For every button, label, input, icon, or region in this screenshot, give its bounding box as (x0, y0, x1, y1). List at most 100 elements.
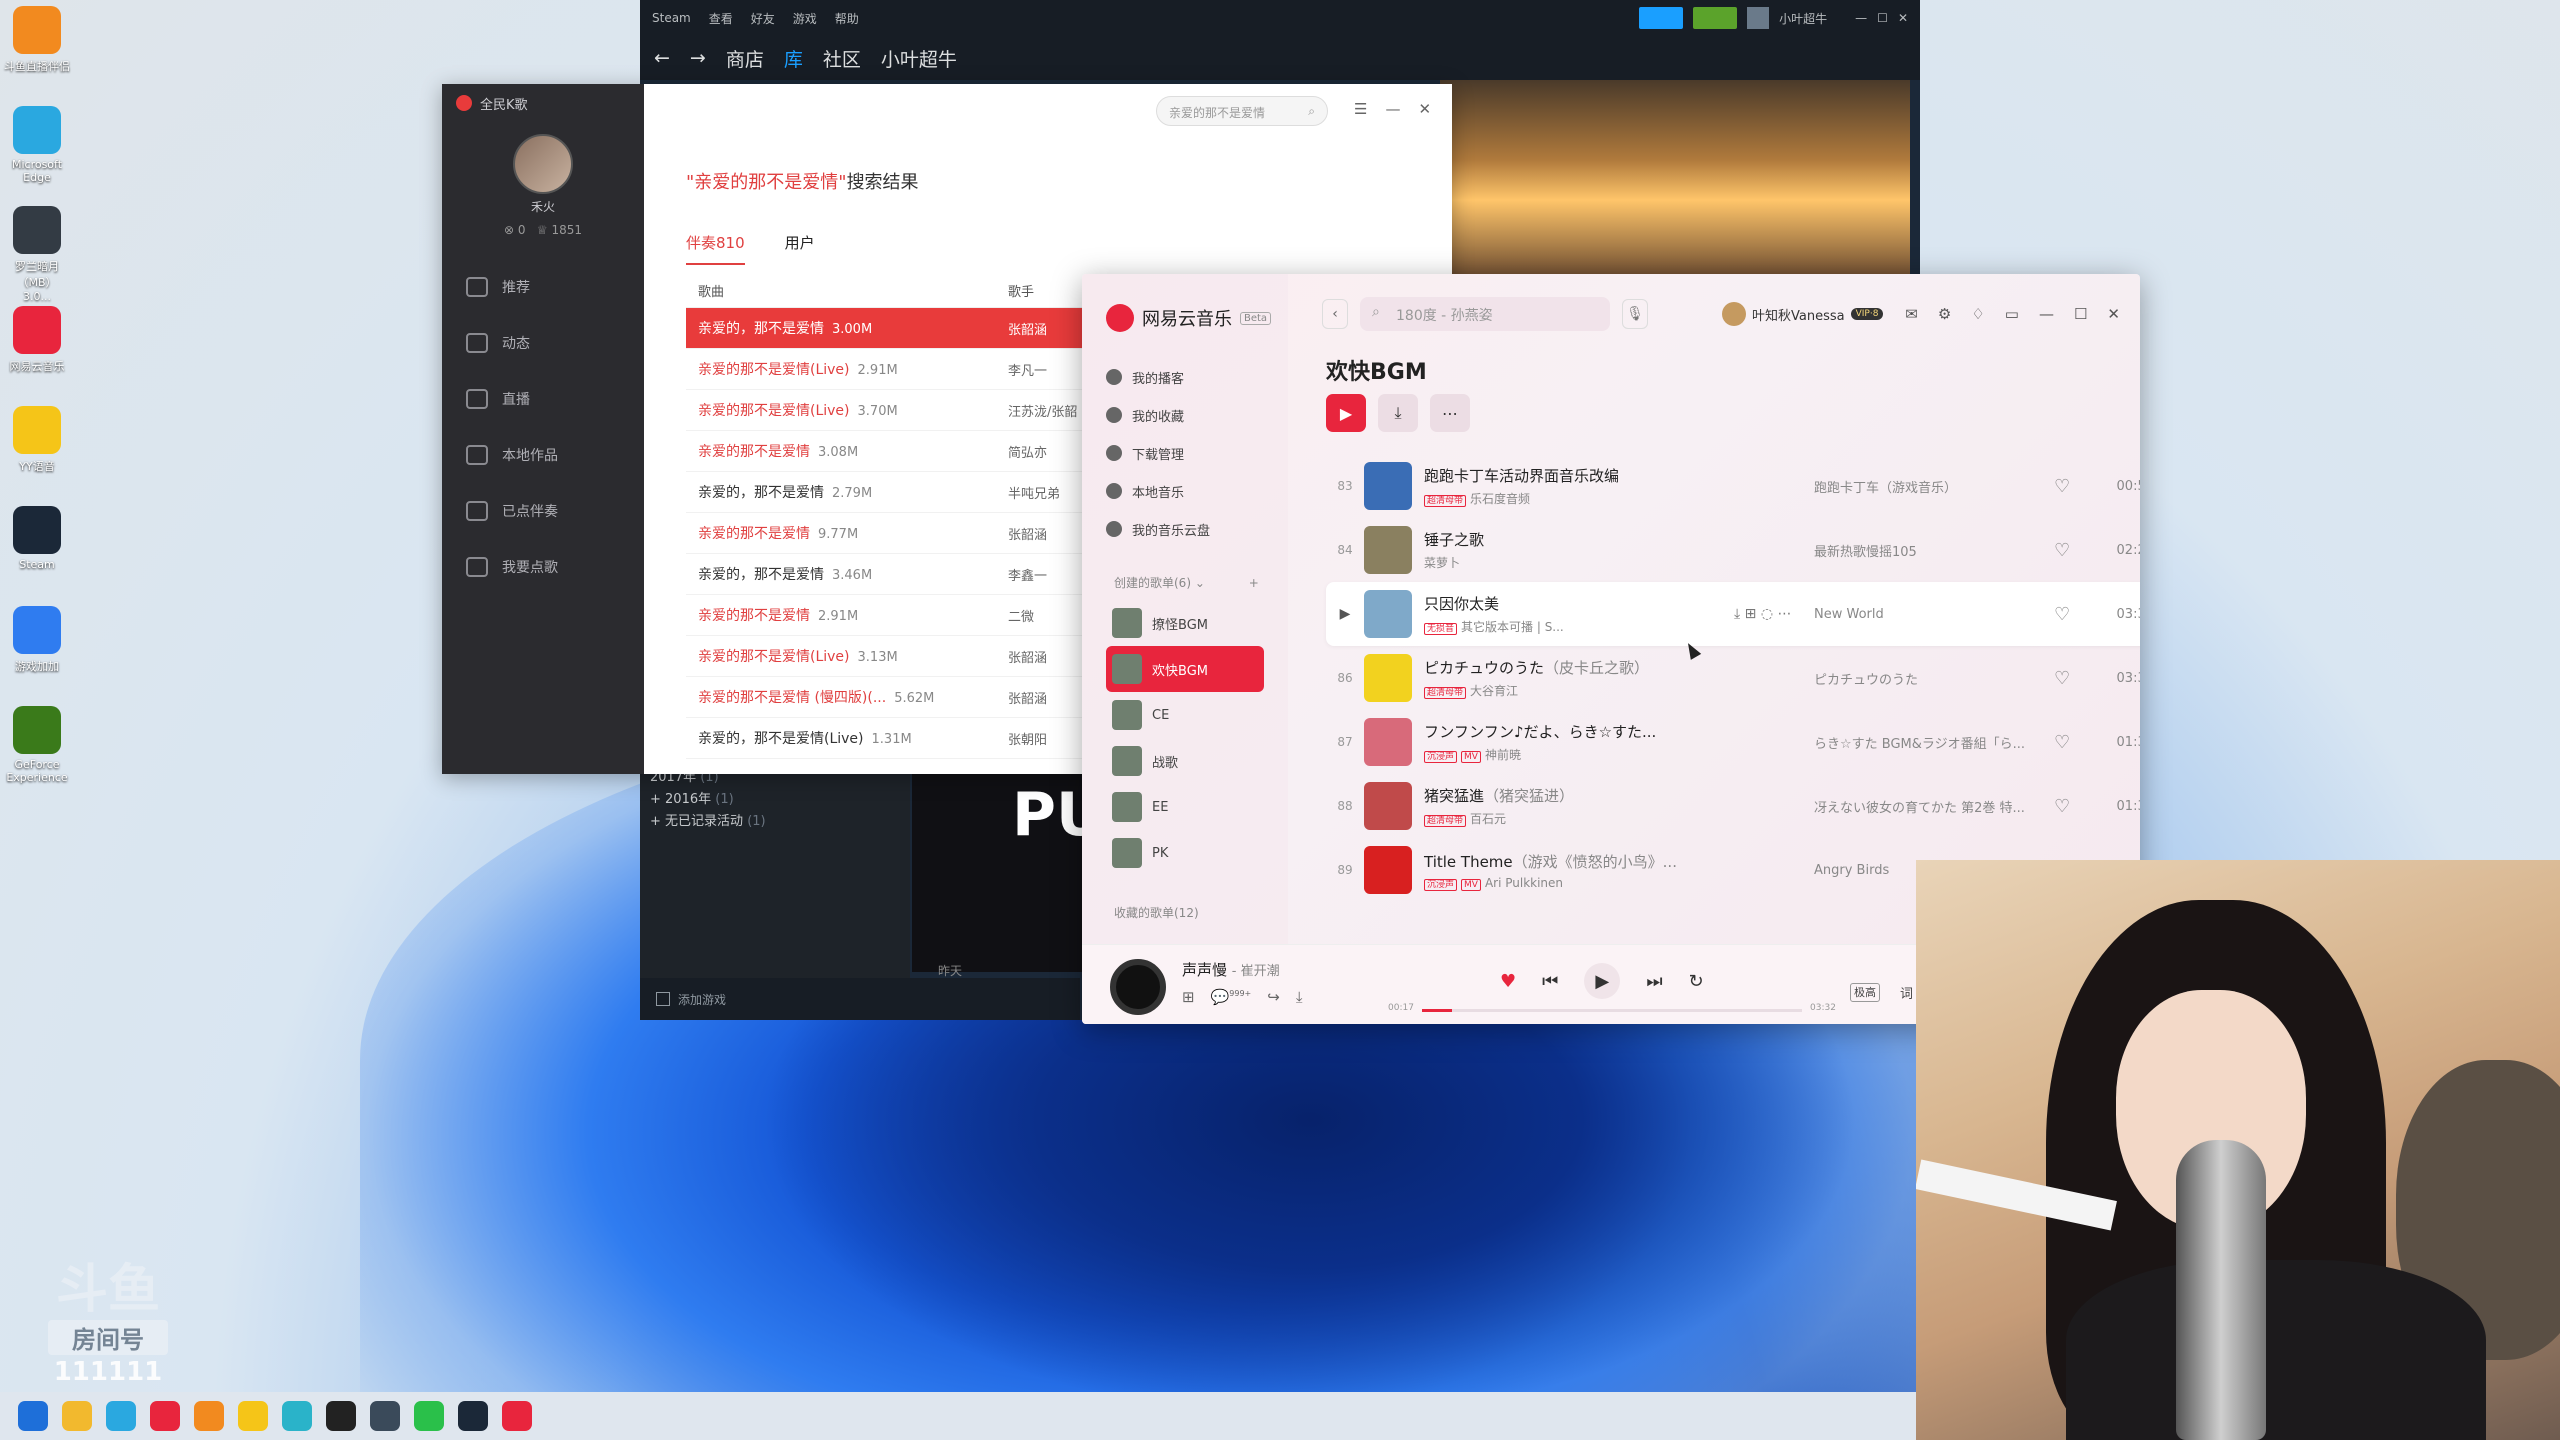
heart-icon[interactable]: ♡ (2054, 540, 2094, 561)
library-year[interactable]: + 2016年 (1) (650, 788, 900, 810)
like-icon[interactable]: ♥ (1500, 971, 1516, 992)
notification-button[interactable] (1693, 7, 1738, 29)
tab-library[interactable]: 库 (784, 45, 803, 72)
add-icon[interactable]: ⊞ (1745, 606, 1757, 622)
heart-icon[interactable]: ♡ (2054, 476, 2094, 497)
forward-icon[interactable]: → (690, 47, 706, 69)
play-button[interactable]: ▶ (1584, 963, 1621, 999)
playlist-item[interactable]: EE (1106, 784, 1264, 830)
desktop-icon[interactable]: 游戏加加 (4, 606, 70, 674)
playlist-item[interactable]: CE (1106, 692, 1264, 738)
announce-button[interactable] (1639, 7, 1684, 29)
sidebar-item[interactable]: 我的播客 (1106, 358, 1276, 396)
sidebar-item[interactable]: 我的音乐云盘 (1106, 510, 1276, 548)
comment-icon[interactable]: ◌ (1761, 606, 1773, 622)
song-row[interactable]: 87 フンフンフン♪だよ、らき☆すた... 沉浸声 MV 神前暁 らき☆すた BGM&ラジ… (1326, 710, 2140, 774)
heart-icon[interactable]: ♡ (2054, 796, 2094, 817)
heart-icon[interactable]: ♡ (2054, 668, 2094, 689)
minimize-icon[interactable]: — (2039, 305, 2054, 323)
playlist-item[interactable]: 撩怪BGM (1106, 600, 1264, 646)
more-icon[interactable]: ⋯ (1778, 606, 1792, 622)
desktop-icon[interactable]: Steam (4, 506, 70, 571)
more-button[interactable]: ⋯ (1430, 394, 1470, 432)
steam-menu-item[interactable]: 帮助 (835, 10, 859, 27)
tab-profile[interactable]: 小叶超牛 (881, 45, 957, 72)
taskbar-monitor-icon[interactable] (370, 1401, 400, 1431)
user-profile[interactable]: 叶知秋Vanessa VIP·8 (1722, 302, 1884, 326)
back-button[interactable]: ‹ (1322, 299, 1348, 329)
song-album[interactable]: 跑跑卡丁车（游戏音乐） (1814, 477, 2054, 496)
song-row[interactable]: ▶ 只因你太美 无损音 其它版本可播 | S... ⤓ ⊞ ◌ ⋯ New World ♡ 0… (1326, 582, 2140, 646)
taskbar-start-icon[interactable] (18, 1401, 48, 1431)
download-icon[interactable]: ⤓ (1296, 988, 1303, 1006)
close-icon[interactable]: ✕ (1898, 11, 1908, 25)
kge-nav-item[interactable]: 动态 (442, 315, 644, 371)
taskbar-explorer-icon[interactable] (62, 1401, 92, 1431)
mini-mode-icon[interactable]: ▭ (2005, 305, 2019, 323)
maximize-icon[interactable]: ☐ (1877, 11, 1888, 25)
kge-nav-item[interactable]: 本地作品 (442, 427, 644, 483)
add-icon[interactable]: ⊞ (1182, 988, 1195, 1006)
taskbar-douyu-icon[interactable] (194, 1401, 224, 1431)
song-row[interactable]: 83 跑跑卡丁车活动界面音乐改编超清母带乐石度音频 跑跑卡丁车（游戏音乐）♡ 00:5… (1326, 454, 2140, 518)
song-album[interactable]: ピカチュウのうた (1814, 669, 2054, 688)
song-album[interactable]: 冴えない彼女の育てかた 第2巻 特... (1814, 797, 2054, 816)
settings-icon[interactable]: ⚙ (1938, 305, 1951, 323)
loop-icon[interactable]: ↻ (1689, 971, 1704, 992)
maximize-icon[interactable]: ☐ (2074, 305, 2087, 323)
desktop-icon[interactable]: 罗兰暗月（MB）3.0... (4, 206, 70, 303)
desktop-icon[interactable]: 网易云音乐 (4, 306, 70, 374)
close-icon[interactable]: ✕ (1418, 100, 1431, 118)
search-input[interactable]: 亲爱的那不是爱情 ⌕ (1156, 96, 1328, 126)
kge-nav-item[interactable]: 推荐 (442, 259, 644, 315)
menu-icon[interactable]: ☰ (1354, 100, 1367, 118)
skin-icon[interactable]: ♢ (1971, 305, 1984, 323)
play-all-button[interactable]: ▶ (1326, 394, 1366, 432)
avatar[interactable] (513, 134, 573, 194)
download-button[interactable]: ⤓ (1378, 394, 1418, 432)
playlist-item[interactable]: 欢快BGM (1106, 646, 1264, 692)
song-row[interactable]: 88 猪突猛進（猪突猛进） 超清母带 百石元 冴えない彼女の育てかた 第2巻 特... ♡… (1326, 774, 2140, 838)
search-input[interactable]: ⌕ 180度 - 孙燕姿 (1360, 297, 1610, 331)
mic-icon[interactable]: 🎙 (1622, 299, 1648, 329)
progress-bar[interactable] (1422, 1009, 1802, 1012)
sidebar-item[interactable]: 本地音乐 (1106, 472, 1276, 510)
game-poster[interactable]: PU 昨天 (912, 772, 1105, 978)
created-playlists-label[interactable]: 创建的歌单(6) ⌄ + (1114, 574, 1259, 591)
taskbar-streaming-icon[interactable] (282, 1401, 312, 1431)
previous-icon[interactable]: ⏮ (1542, 971, 1558, 992)
minimize-icon[interactable]: — (1855, 11, 1867, 25)
kge-nav-item[interactable]: 我要点歌 (442, 539, 644, 595)
steam-menu-item[interactable]: 查看 (709, 10, 733, 27)
taskbar-kge-icon[interactable] (326, 1401, 356, 1431)
share-icon[interactable]: ↪ (1267, 988, 1280, 1006)
song-album[interactable]: New World (1814, 607, 2054, 622)
album-disc[interactable] (1110, 959, 1166, 1015)
desktop-icon[interactable]: Microsoft Edge (4, 106, 70, 184)
collected-playlists-label[interactable]: 收藏的歌单(12) (1114, 904, 1199, 921)
tab-accompaniment[interactable]: 伴奏810 (686, 232, 745, 265)
sidebar-item[interactable]: 我的收藏 (1106, 396, 1276, 434)
close-icon[interactable]: ✕ (2107, 305, 2120, 323)
quality-button[interactable]: 极高 (1850, 983, 1880, 1002)
tab-store[interactable]: 商店 (726, 45, 764, 72)
sidebar-item[interactable]: 下载管理 (1106, 434, 1276, 472)
kge-nav-item[interactable]: 已点伴奏 (442, 483, 644, 539)
taskbar-steam-icon[interactable] (458, 1401, 488, 1431)
taskbar-wechat-icon[interactable] (414, 1401, 444, 1431)
steam-username[interactable]: 小叶超牛 (1779, 10, 1827, 27)
steam-menu-item[interactable]: 游戏 (793, 10, 817, 27)
tab-users[interactable]: 用户 (785, 232, 815, 265)
heart-icon[interactable]: ♡ (2054, 732, 2094, 753)
kge-nav-item[interactable]: 直播 (442, 371, 644, 427)
comment-icon[interactable]: 💬999+ (1211, 988, 1252, 1006)
library-year[interactable]: + 无已记录活动 (1) (650, 810, 900, 832)
desktop-icon[interactable]: GeForce Experience (4, 706, 70, 784)
tab-community[interactable]: 社区 (823, 45, 861, 72)
playlist-item[interactable]: PK (1106, 830, 1264, 876)
taskbar-yy-icon[interactable] (238, 1401, 268, 1431)
heart-icon[interactable]: ♡ (2054, 604, 2094, 625)
avatar[interactable] (1747, 7, 1770, 29)
song-album[interactable]: らき☆すた BGM&ラジオ番組「ら... (1814, 733, 2054, 752)
add-game-bar[interactable]: 添加游戏 (640, 978, 1080, 1020)
